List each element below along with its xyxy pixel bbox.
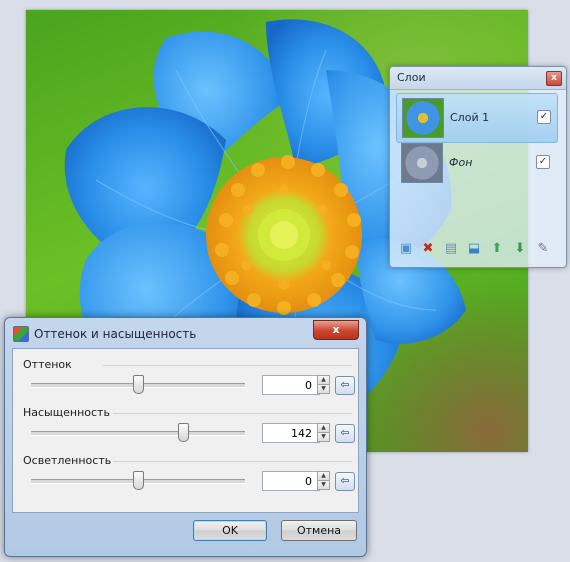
hue-slider-thumb[interactable] — [133, 375, 144, 394]
layer-thumbnail — [401, 143, 443, 183]
layer-visibility-checkbox[interactable]: ✓ — [536, 155, 550, 169]
add-layer-icon[interactable]: ▣ — [398, 241, 414, 257]
hue-slider-track[interactable] — [31, 375, 245, 394]
saturation-value-field[interactable] — [262, 423, 320, 443]
hue-value-input[interactable] — [263, 376, 314, 394]
delete-layer-icon[interactable]: ✖ — [420, 241, 436, 257]
cancel-button[interactable]: Отмена — [281, 520, 357, 541]
layers-panel-title: Слои — [397, 71, 426, 84]
saturation-spinner[interactable]: ▲ ▼ — [317, 423, 330, 442]
dialog-body: Оттенок ▲ ▼ ⇦ Насыщенность ▲ ▼ ⇦ Осветле… — [12, 348, 359, 513]
spin-down-icon[interactable]: ▼ — [317, 384, 330, 394]
saturation-label: Насыщенность — [23, 406, 110, 419]
saturation-slider-thumb[interactable] — [177, 423, 189, 442]
merge-down-icon[interactable]: ⬓ — [466, 241, 482, 257]
hue-label: Оттенок — [23, 358, 72, 371]
layer-row-layer1[interactable]: Слой 1 ✓ — [396, 93, 558, 143]
layer-properties-icon[interactable]: ✎ — [535, 241, 551, 257]
lightness-spinner[interactable]: ▲ ▼ — [317, 471, 330, 490]
layers-panel: Слои x Слой 1 ✓ Фон ✓ ▣ ✖ ▤ ⬓ ⬆ ⬇ ✎ — [389, 66, 567, 268]
dialog-title: Оттенок и насыщенность — [34, 327, 197, 341]
saturation-slider-track[interactable] — [31, 423, 245, 442]
move-up-icon[interactable]: ⬆ — [489, 241, 505, 257]
lightness-value-field[interactable] — [262, 471, 320, 491]
move-down-icon[interactable]: ⬇ — [512, 241, 528, 257]
dialog-close-button[interactable]: x — [313, 320, 359, 340]
spin-down-icon[interactable]: ▼ — [317, 480, 330, 490]
layer-visibility-checkbox[interactable]: ✓ — [537, 110, 551, 124]
app-icon — [13, 326, 29, 342]
spin-down-icon[interactable]: ▼ — [317, 432, 330, 442]
lightness-reset-button[interactable]: ⇦ — [335, 472, 355, 491]
layer-row-background[interactable]: Фон ✓ — [396, 139, 556, 187]
ok-button[interactable]: OK — [193, 520, 267, 541]
lightness-label: Осветленность — [23, 454, 112, 467]
lightness-slider-track[interactable] — [31, 471, 245, 490]
layer-name: Слой 1 — [450, 111, 490, 124]
hue-value-field[interactable] — [262, 375, 320, 395]
layers-panel-close-button[interactable]: x — [546, 71, 562, 86]
lightness-value-input[interactable] — [263, 472, 314, 490]
separator — [113, 413, 352, 414]
saturation-value-input[interactable] — [263, 424, 314, 442]
layers-toolbar: ▣ ✖ ▤ ⬓ ⬆ ⬇ ✎ — [398, 241, 558, 259]
layers-panel-titlebar[interactable]: Слои x — [390, 67, 566, 90]
layer-thumbnail — [402, 98, 444, 138]
saturation-reset-button[interactable]: ⇦ — [335, 424, 355, 443]
hue-reset-button[interactable]: ⇦ — [335, 376, 355, 395]
separator — [103, 365, 352, 366]
layer-name: Фон — [449, 156, 473, 169]
lightness-slider-thumb[interactable] — [133, 471, 144, 490]
dialog-titlebar[interactable]: Оттенок и насыщенность x — [13, 320, 359, 344]
hue-spinner[interactable]: ▲ ▼ — [317, 375, 330, 394]
duplicate-layer-icon[interactable]: ▤ — [443, 241, 459, 257]
hue-saturation-dialog: Оттенок и насыщенность x Оттенок ▲ ▼ ⇦ Н… — [4, 317, 367, 557]
separator — [113, 461, 352, 462]
